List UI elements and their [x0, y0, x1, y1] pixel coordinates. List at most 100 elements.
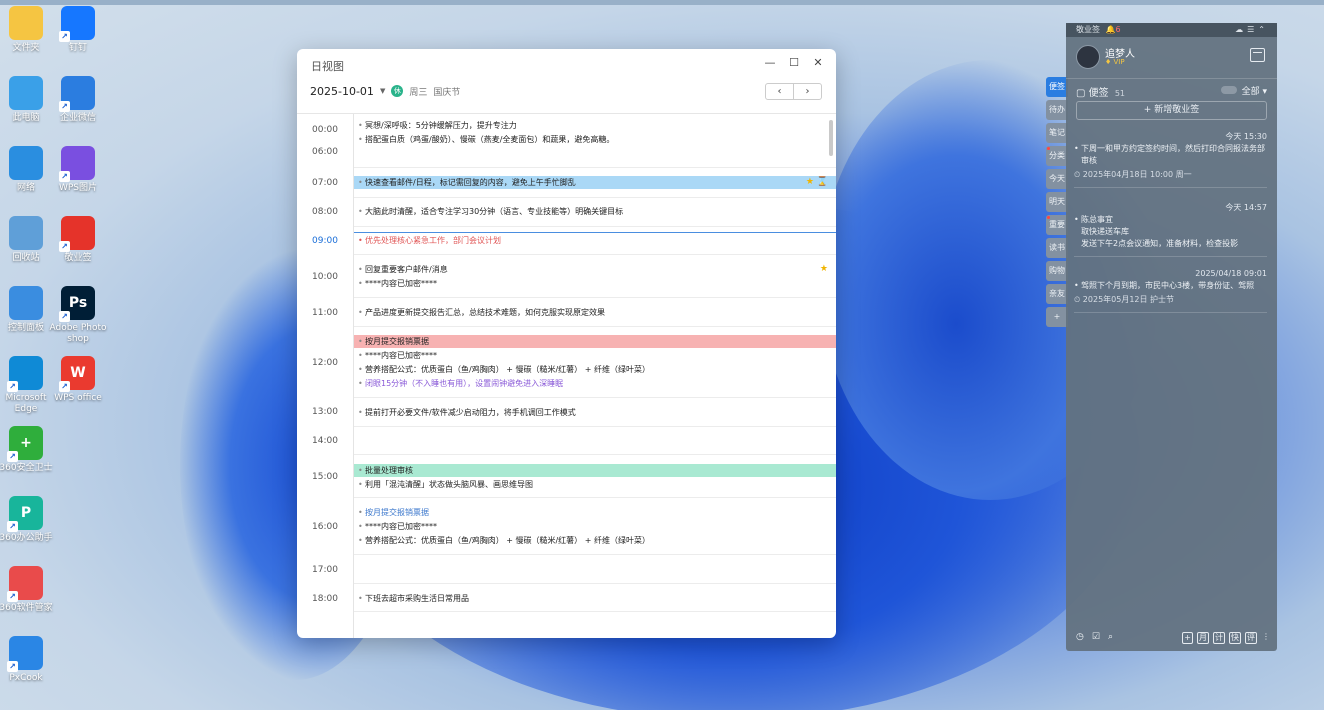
sidebar-tab-label: 购物 — [1049, 266, 1065, 275]
next-day-button[interactable]: › — [794, 84, 821, 99]
360-office-assistant-icon: P ↗ — [7, 496, 43, 532]
wps-picture-icon: ↗ — [59, 146, 95, 182]
sidebar-tab[interactable]: 读书 — [1046, 238, 1068, 258]
desktop-shortcut[interactable]: ↗ 敬业签 — [48, 216, 108, 264]
footer-button[interactable]: + — [1182, 632, 1193, 644]
schedule-event-highlighted[interactable]: 批量处理审核 — [354, 464, 836, 477]
sidebar-tab[interactable]: 今天 — [1046, 169, 1068, 189]
desktop-shortcut[interactable]: ↗ 360软件管家 — [0, 566, 56, 614]
shortcut-arrow-icon: ↗ — [7, 591, 18, 602]
shortcut-arrow-icon: ↗ — [59, 101, 70, 112]
holiday-name: 国庆节 — [433, 87, 461, 98]
desktop-shortcut[interactable]: W ↗ WPS office — [48, 356, 108, 404]
schedule-event[interactable]: 闭眼15分钟（不入睡也有用），设置闹钟避免进入深睡眠 — [354, 377, 836, 390]
scrollbar-thumb[interactable] — [829, 120, 833, 156]
close-icon[interactable]: ✕ — [809, 55, 827, 71]
sidebar-tab[interactable]: 购物 — [1046, 261, 1068, 281]
desktop-shortcut[interactable]: ↗ 钉钉 — [48, 6, 108, 54]
schedule-event[interactable]: 营养搭配公式：优质蛋白（鱼/鸡胸肉） + 慢碳（糙米/红薯） + 纤维（绿叶菜） — [354, 534, 836, 547]
star-icon[interactable]: ★ — [820, 263, 828, 276]
sidebar-tab[interactable]: 待办 — [1046, 100, 1068, 120]
schedule-event-urgent[interactable]: 优先处理核心紧急工作，部门会议计划 — [354, 234, 836, 247]
date-picker[interactable]: 2025-10-01 — [310, 85, 374, 98]
desktop-shortcut[interactable]: Ps ↗ Adobe Photo shop — [48, 286, 108, 345]
hour-divider — [354, 497, 836, 498]
schedule-event[interactable]: 大脑此时清醒，适合专注学习30分钟（语言、专业技能等）明确关键目标 — [354, 205, 836, 218]
sidebar-header: 敬业签 🔔6 ☁☰⌃ — [1066, 23, 1277, 37]
shortcut-label: PxCook — [9, 673, 43, 683]
star-icon[interactable]: ★ ⌛ — [806, 176, 828, 189]
time-label: 11:00 — [312, 308, 338, 318]
filter-dropdown[interactable]: 全部 ▾ — [1242, 84, 1267, 97]
schedule-event[interactable]: 冥想/深呼吸：5分钟缓解压力，提升专注力 — [354, 119, 836, 132]
schedule-event[interactable]: 利用「混沌清醒」状态做头脑风暴、画思维导图 — [354, 478, 836, 491]
schedule-event-encrypted[interactable]: ****内容已加密**** — [354, 277, 836, 290]
icon-glyph: Ps — [68, 294, 88, 311]
shortcut-arrow-icon: ↗ — [7, 521, 18, 532]
schedule-event[interactable]: 回复重要客户邮件/消息 ★ — [354, 263, 836, 276]
desktop-shortcut[interactable]: ↗ 企业微信 — [48, 76, 108, 124]
footer-button[interactable]: 快 — [1229, 632, 1241, 644]
sidebar-tab[interactable]: 分类 — [1046, 146, 1068, 166]
header-tools: ☁☰⌃ — [1235, 23, 1269, 37]
search-icon[interactable]: ⌕ — [1108, 632, 1121, 642]
sidebar-tab[interactable]: + — [1046, 307, 1068, 327]
time-label: 07:00 — [312, 178, 338, 188]
footer-button[interactable]: 计 — [1213, 632, 1225, 644]
event-text: 回复重要客户邮件/消息 — [365, 265, 448, 274]
schedule-event-highlighted[interactable]: 快速查看邮件/日程，标记需回复的内容，避免上午手忙脚乱 ★ ⌛ — [354, 176, 836, 189]
schedule-event[interactable]: 营养搭配公式：优质蛋白（鱼/鸡胸肉） + 慢碳（糙米/红薯） + 纤维（绿叶菜） — [354, 363, 836, 376]
time-label: 15:00 — [312, 472, 338, 482]
note-item[interactable]: 今天 15:30 下周一和甲方约定签约时间，然后打印合同报法务部审核 ⏲ 202… — [1074, 131, 1267, 188]
add-note-button[interactable]: + 新增敬业签 — [1076, 101, 1267, 120]
schedule-event[interactable]: 搭配蛋白质（鸡蛋/酸奶）、慢碳（燕麦/全麦面包）和蔬果，避免高糖。 — [354, 133, 836, 146]
footer-button[interactable]: 评 — [1245, 632, 1257, 644]
shortcut-arrow-icon: ↗ — [59, 31, 70, 42]
divider — [1066, 78, 1277, 79]
sidebar-tab[interactable]: 明天 — [1046, 192, 1068, 212]
view-toggle[interactable] — [1221, 86, 1237, 94]
schedule-event[interactable]: 产品进度更新提交报告汇总，总结技术难题，如何克服实现原定效果 — [354, 306, 836, 319]
schedule-event[interactable]: 下班去超市采购生活日常用品 — [354, 592, 836, 605]
desktop-shortcut[interactable]: ↗ WPS图片 — [48, 146, 108, 194]
note-time: 今天 15:30 — [1225, 132, 1267, 141]
sidebar-tab-label: 重要 — [1049, 220, 1065, 229]
sidebar-tab[interactable]: 笔记 — [1046, 123, 1068, 143]
sidebar-tab[interactable]: 便签 — [1046, 77, 1068, 97]
vip-label: VIP — [1113, 58, 1125, 66]
dingtalk-icon: ↗ — [59, 6, 95, 42]
collapse-icon[interactable]: ⌃ — [1258, 25, 1269, 34]
desktop-shortcut[interactable]: P ↗ 360办公助手 — [0, 496, 56, 544]
schedule-event-encrypted[interactable]: ****内容已加密**** — [354, 349, 836, 362]
avatar[interactable] — [1076, 45, 1100, 69]
schedule-event[interactable]: 按月提交报销票据 — [354, 506, 836, 519]
desktop-shortcut[interactable]: + ↗ 360安全卫士 — [0, 426, 56, 474]
calendar-icon[interactable] — [1250, 48, 1265, 62]
prev-day-button[interactable]: ‹ — [766, 84, 794, 99]
sidebar-tab[interactable]: 亲友 — [1046, 284, 1068, 304]
menu-icon[interactable]: ☰ — [1247, 25, 1258, 34]
note-item[interactable]: 2025/04/18 09:01 驾照下个月到期，市民中心3楼，带身份证、驾照 … — [1074, 268, 1267, 313]
note-body: 驾照下个月到期，市民中心3楼，带身份证、驾照 — [1074, 280, 1267, 292]
footer-left-tools: ◷☑⌕ — [1076, 632, 1121, 642]
notification-count[interactable]: 🔔6 — [1106, 25, 1121, 34]
chevron-down-icon[interactable]: ▼ — [380, 87, 385, 95]
more-icon[interactable]: ⋮ — [1261, 632, 1271, 644]
minimize-icon[interactable]: — — [761, 55, 779, 71]
cloud-sync-icon[interactable]: ☁ — [1235, 25, 1247, 34]
schedule-event-highlighted[interactable]: 按月提交报销票据 — [354, 335, 836, 348]
note-item[interactable]: 今天 14:57 陈总事宜 取快递送车库 发送下午2点会议通知，准备材料，检查投… — [1074, 202, 1267, 257]
schedule-event[interactable]: 提前打开必要文件/软件减少启动阻力，将手机调回工作模式 — [354, 406, 836, 419]
hour-divider — [354, 611, 836, 612]
note-time: 今天 14:57 — [1225, 203, 1267, 212]
checklist-icon[interactable]: ☑ — [1092, 632, 1108, 642]
schedule-event-encrypted[interactable]: ****内容已加密**** — [354, 520, 836, 533]
desktop-shortcut[interactable]: ↗ PxCook — [0, 636, 56, 684]
folder-icon — [9, 6, 43, 40]
weekday-label: 周三 — [409, 87, 428, 98]
footer-button[interactable]: 月 — [1197, 632, 1209, 644]
sidebar-tab[interactable]: 重要 — [1046, 215, 1068, 235]
clock-icon[interactable]: ◷ — [1076, 632, 1092, 642]
maximize-icon[interactable]: ☐ — [785, 55, 803, 71]
shortcut-label: 敬业签 — [64, 253, 92, 263]
